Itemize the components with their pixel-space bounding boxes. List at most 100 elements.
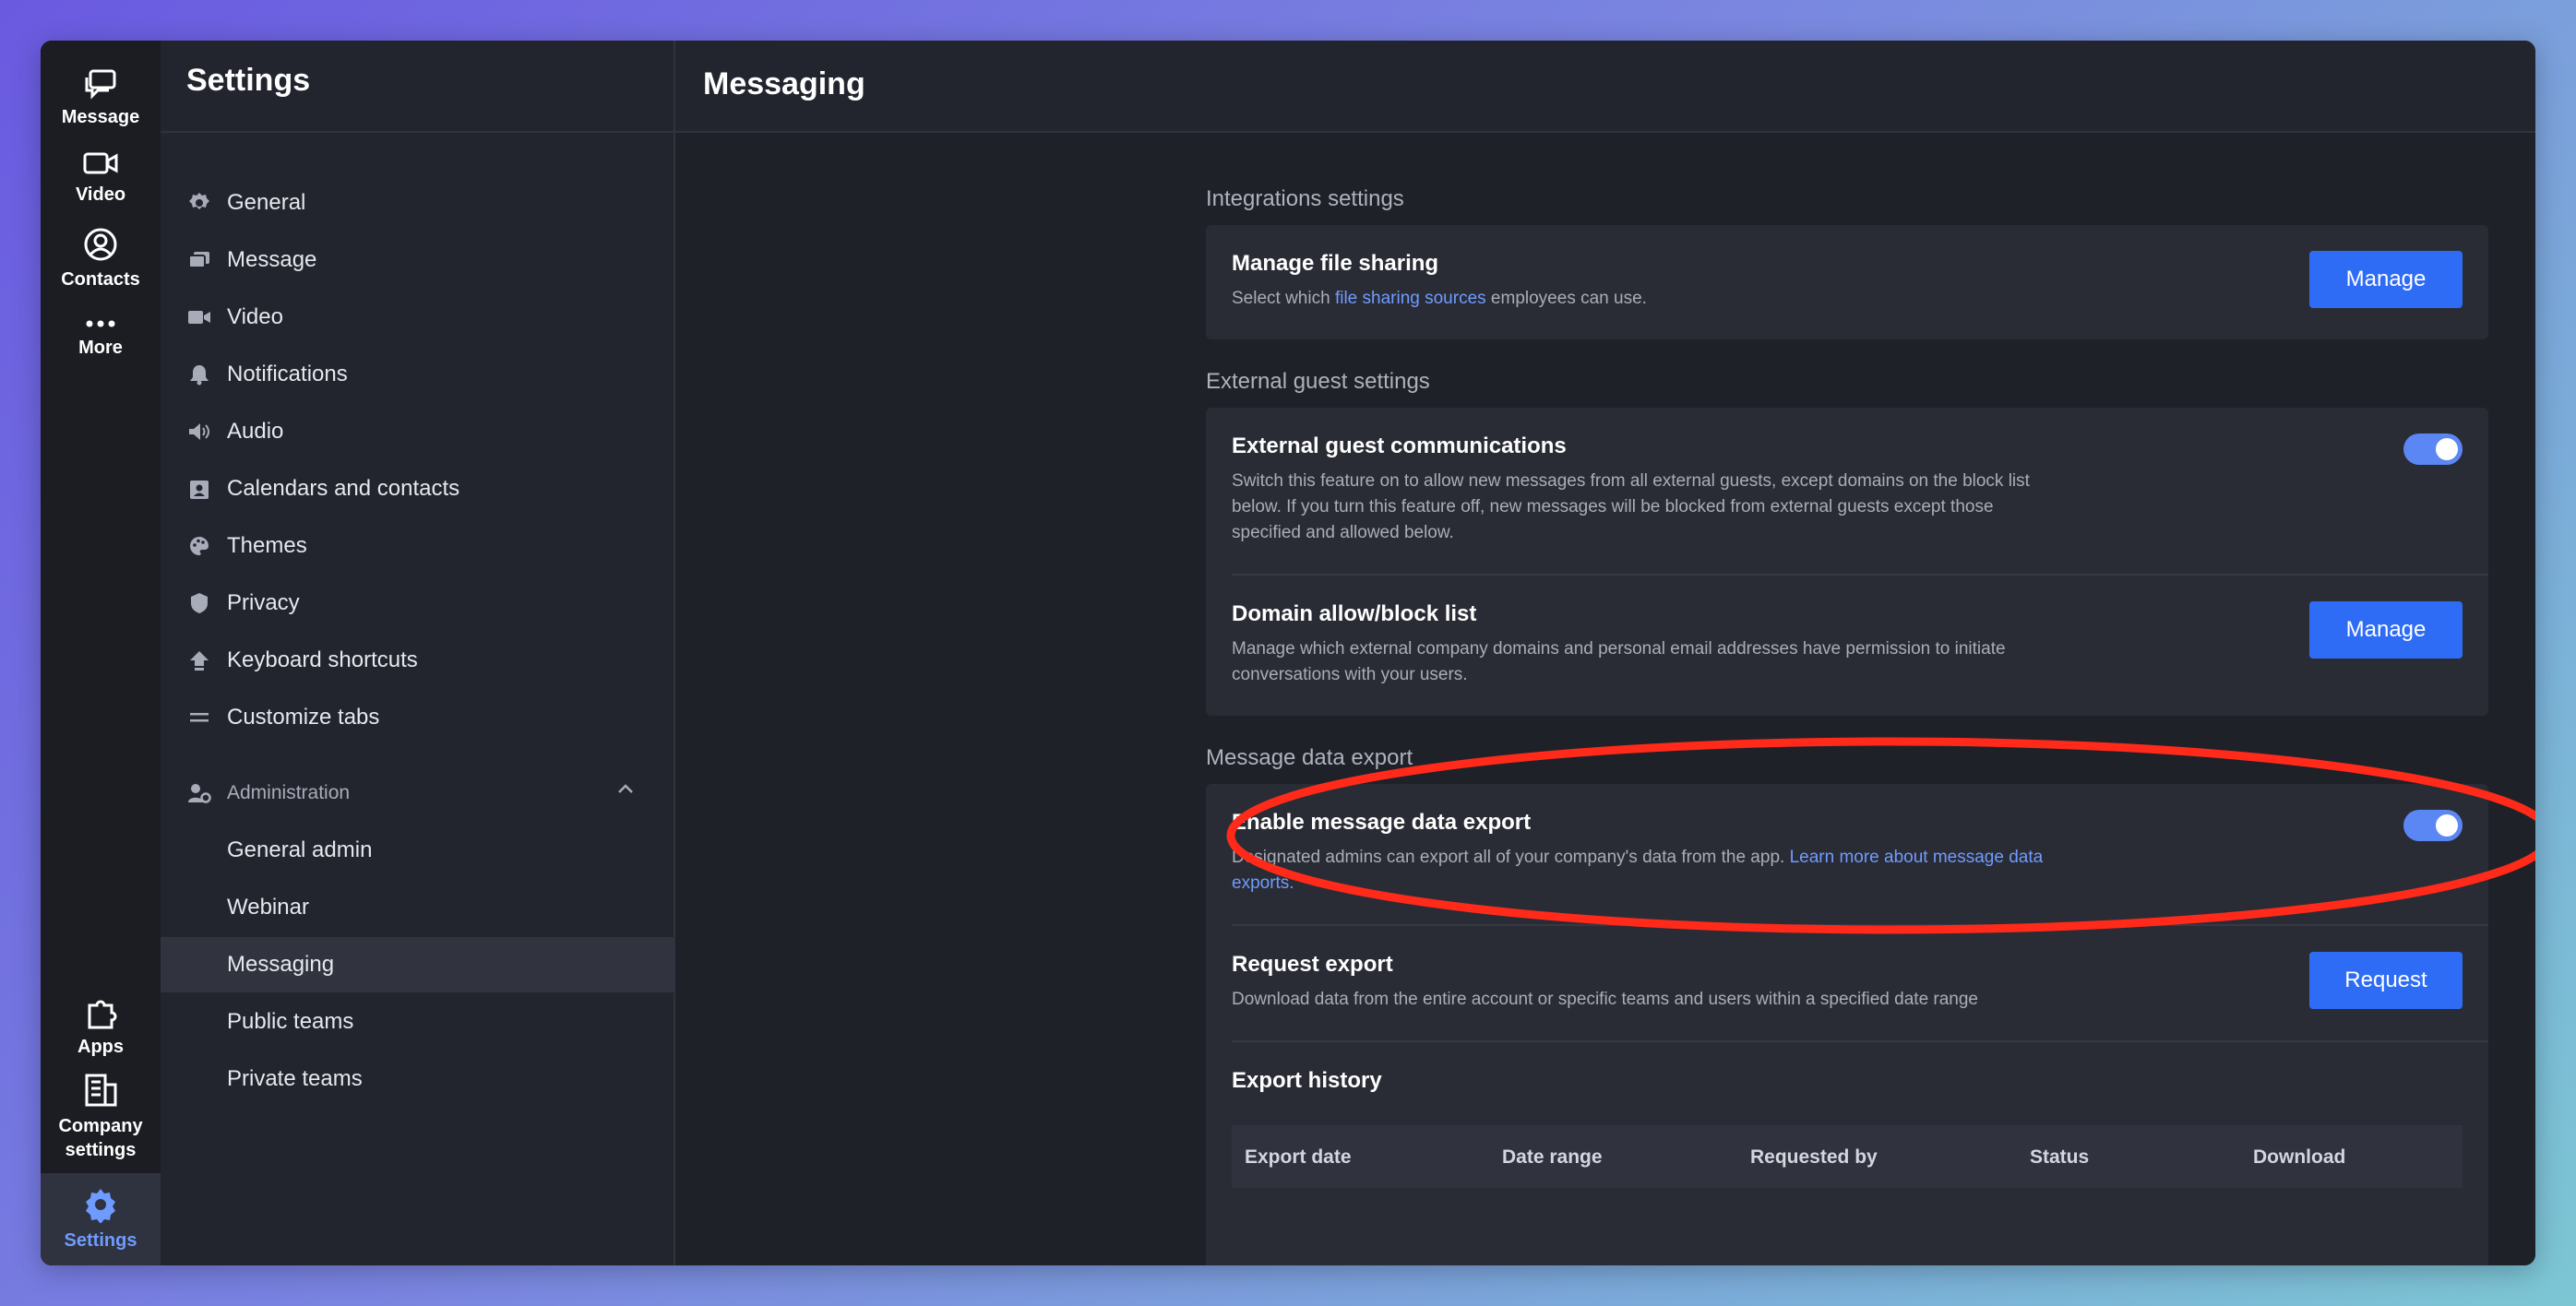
row-export-history: Export history — [1232, 1068, 2463, 1094]
gear-icon — [186, 190, 212, 216]
sidebar-item-public-teams[interactable]: Public teams — [161, 994, 674, 1050]
sidebar-item-label: Notifications — [227, 362, 348, 386]
row-title: Enable message data export — [1232, 810, 1532, 835]
sidebar-item-audio[interactable]: Audio — [161, 404, 674, 459]
tabs-icon — [186, 705, 212, 730]
section-label-integrations: Integrations settings — [1206, 186, 1404, 211]
settings-icon — [86, 1189, 115, 1223]
toggle-knob — [2436, 438, 2458, 460]
sidebar-item-label: Private teams — [227, 1066, 363, 1091]
sidebar-item-label: Messaging — [227, 952, 335, 977]
row-title: External guest communications — [1232, 433, 1567, 458]
sidebar-item-label: Audio — [227, 419, 284, 444]
rail-contacts[interactable]: Contacts — [41, 227, 161, 291]
sidebar-item-label: Themes — [227, 533, 307, 558]
rail-more[interactable]: More — [41, 317, 161, 360]
company-settings-icon — [85, 1074, 117, 1107]
file-sharing-sources-link[interactable]: file sharing sources — [1335, 289, 1486, 308]
sidebar-item-label: Customize tabs — [227, 705, 380, 730]
section-label-external: External guest settings — [1206, 369, 1430, 394]
sidebar-item-keyboard-shortcuts[interactable]: Keyboard shortcuts — [161, 633, 674, 688]
message-icon — [85, 69, 116, 100]
message-icon — [186, 247, 212, 273]
rail-company-settings[interactable]: Company settings — [41, 1072, 161, 1162]
calendar-icon — [186, 476, 212, 502]
rail-message-label: Message — [61, 107, 140, 127]
sidebar-item-themes[interactable]: Themes — [161, 518, 674, 574]
apps-icon — [88, 1000, 117, 1029]
admin-icon — [186, 780, 212, 806]
sidebar-item-messaging[interactable]: Messaging — [161, 937, 674, 992]
row-divider — [1232, 574, 2488, 576]
column-status[interactable]: Status — [2030, 1146, 2089, 1169]
sidebar-item-message[interactable]: Message — [161, 232, 674, 288]
main-panel: Messaging Integrations settings Manage f… — [675, 41, 2535, 1265]
page-title: Messaging — [703, 66, 865, 101]
export-history-title: Export history — [1232, 1068, 1382, 1093]
main-header: Messaging — [675, 41, 2535, 133]
column-requested-by[interactable]: Requested by — [1750, 1146, 1878, 1169]
sidebar-item-calendars[interactable]: Calendars and contacts — [161, 461, 674, 516]
row-enable-export: Enable message data export Designated ad… — [1232, 810, 2463, 896]
sidebar-item-webinar[interactable]: Webinar — [161, 880, 674, 935]
column-export-date[interactable]: Export date — [1245, 1146, 1352, 1169]
more-icon — [86, 320, 115, 327]
bell-icon — [186, 362, 212, 387]
desc-text: employees can use. — [1485, 289, 1647, 308]
sidebar-title: Settings — [186, 63, 311, 98]
row-description: Manage which external company domains an… — [1232, 639, 2006, 684]
manage-domain-list-button[interactable]: Manage — [2309, 601, 2463, 659]
palette-icon — [186, 533, 212, 559]
card-message-data-export: Enable message data export Designated ad… — [1206, 784, 2488, 1265]
external-guest-toggle[interactable] — [2403, 433, 2463, 465]
shield-icon — [186, 590, 212, 616]
sidebar-item-privacy[interactable]: Privacy — [161, 576, 674, 631]
manage-file-sharing-button[interactable]: Manage — [2309, 251, 2463, 308]
rail-contacts-label: Contacts — [61, 269, 140, 290]
row-domain-list: Domain allow/block list Manage which ext… — [1232, 601, 2463, 688]
video-icon — [186, 304, 212, 330]
row-divider — [1232, 924, 2488, 926]
sidebar-admin-label: Administration — [227, 782, 351, 803]
section-label-export: Message data export — [1206, 745, 1413, 770]
rail-settings-label: Settings — [64, 1230, 137, 1251]
sidebar-item-label: Privacy — [227, 590, 300, 615]
sidebar-item-label: Message — [227, 247, 317, 272]
sidebar-item-label: General admin — [227, 837, 373, 862]
column-date-range[interactable]: Date range — [1502, 1146, 1603, 1169]
row-title: Manage file sharing — [1232, 251, 1439, 276]
sidebar-item-notifications[interactable]: Notifications — [161, 347, 674, 402]
toggle-knob — [2436, 814, 2458, 837]
row-request-export: Request export Download data from the en… — [1232, 952, 2463, 1013]
row-description: Switch this feature on to allow new mess… — [1232, 471, 2030, 542]
speaker-icon — [186, 419, 212, 445]
sidebar-item-video[interactable]: Video — [161, 290, 674, 345]
contacts-icon — [84, 228, 117, 261]
message-export-toggle[interactable] — [2403, 810, 2463, 841]
rail-settings[interactable]: Settings — [41, 1173, 161, 1265]
sidebar-item-label: Webinar — [227, 895, 309, 920]
sidebar-admin-header[interactable]: Administration — [161, 766, 674, 821]
row-description: Select which file sharing sources employ… — [1232, 286, 2044, 312]
rail-video[interactable]: Video — [41, 149, 161, 207]
rail-more-label: More — [78, 338, 123, 358]
rail-message[interactable]: Message — [41, 68, 161, 129]
sidebar-item-customize-tabs[interactable]: Customize tabs — [161, 690, 674, 745]
row-description: Download data from the entire account or… — [1232, 990, 1979, 1009]
app-rail: Message Video Contacts More Apps Company… — [41, 41, 161, 1265]
rail-apps[interactable]: Apps — [41, 992, 161, 1059]
chevron-up-icon[interactable] — [616, 782, 635, 795]
rail-company-settings-label: Company settings — [58, 1116, 143, 1160]
sidebar-divider — [161, 131, 674, 133]
column-download[interactable]: Download — [2253, 1146, 2345, 1169]
sidebar-item-label: Calendars and contacts — [227, 476, 460, 501]
card-file-sharing: Manage file sharing Select which file sh… — [1206, 225, 2488, 339]
sidebar-item-general-admin[interactable]: General admin — [161, 823, 674, 878]
request-export-button[interactable]: Request — [2309, 952, 2463, 1009]
row-divider — [1232, 1040, 2488, 1042]
row-title: Request export — [1232, 952, 1393, 977]
sidebar-item-general[interactable]: General — [161, 175, 674, 231]
sidebar-item-private-teams[interactable]: Private teams — [161, 1051, 674, 1107]
rail-apps-label: Apps — [78, 1037, 124, 1057]
keyboard-icon — [186, 647, 212, 673]
